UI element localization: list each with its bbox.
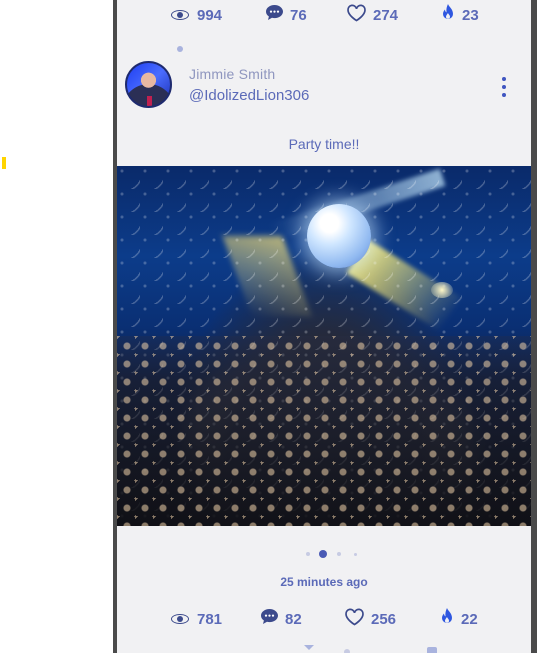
crowd [117,336,531,526]
fire-count: 22 [461,610,478,628]
carousel-dot[interactable] [337,552,341,556]
comments-count: 76 [290,6,307,24]
eye-icon [171,9,191,21]
nav-hint-dot [344,649,350,653]
fire-icon [440,3,456,27]
heart-icon [344,608,365,631]
post-caption: Party time!! [288,136,360,152]
comments-count: 82 [285,610,302,628]
views-count: 781 [197,610,223,628]
comment-bubble-icon [260,608,279,630]
views-count: 994 [197,6,223,24]
scrollbar-track[interactable] [531,0,537,653]
carousel-dot[interactable] [306,552,310,556]
nav-hint-icon [304,645,314,650]
carousel-dot-active[interactable] [319,550,327,558]
views-stat[interactable]: 994 [171,0,222,30]
heart-icon [346,4,367,27]
more-vertical-icon[interactable] [499,76,509,98]
carousel-indicator [117,548,531,560]
comments-stat[interactable]: 76 [265,0,307,30]
carousel-dot[interactable] [354,553,357,556]
nav-hint-square [427,647,437,653]
likes-stat[interactable]: 256 [344,604,396,634]
comment-bubble-icon [265,4,284,26]
post-header: Jimmie Smith @IdolizedLion306 [117,58,531,114]
selection-marker [2,157,6,169]
post-stats: 781 82 256 22 [117,604,531,634]
previous-post-stats: 994 76 274 23 [117,0,531,30]
likes-count: 256 [371,610,397,628]
fire-stat[interactable]: 23 [440,0,479,30]
views-stat[interactable]: 781 [171,604,222,634]
likes-stat[interactable]: 274 [346,0,398,30]
author-name[interactable]: Jimmie Smith [189,66,275,82]
post-timestamp: 25 minutes ago [280,575,368,589]
post-image[interactable] [117,166,531,526]
post-feed[interactable]: 994 76 274 23 Jimmie Smith @IdolizedLion… [117,0,531,653]
comments-stat[interactable]: 82 [260,604,302,634]
likes-count: 274 [373,6,399,24]
author-handle[interactable]: @IdolizedLion306 [189,87,309,104]
separator-dot [177,46,183,52]
fire-stat[interactable]: 22 [439,604,478,634]
avatar[interactable] [125,61,172,108]
fire-count: 23 [462,6,479,24]
eye-icon [171,613,191,625]
disco-ball [307,204,371,268]
fire-icon [439,607,455,631]
